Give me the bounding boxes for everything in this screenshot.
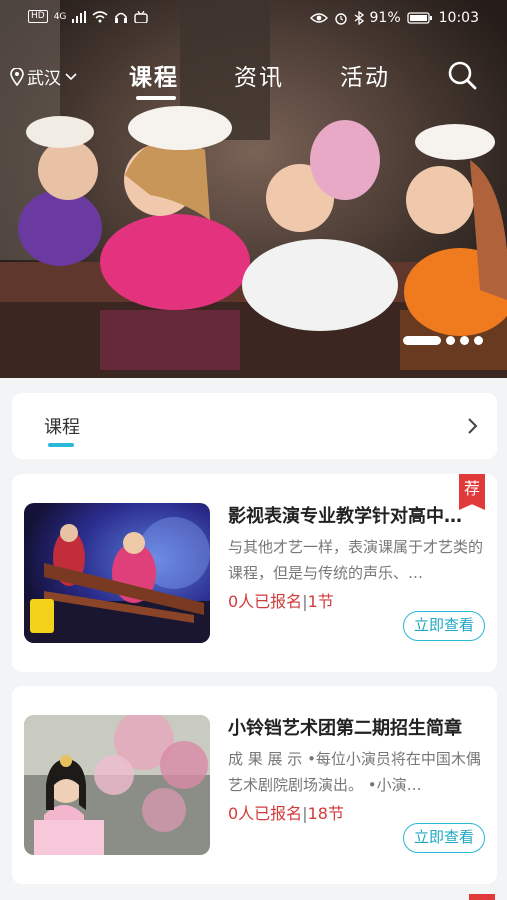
wifi-icon <box>92 10 108 22</box>
carousel-dot[interactable] <box>460 336 469 345</box>
next-card-badge-edge <box>469 894 495 900</box>
course-title[interactable]: 影视表演专业教学针对高中… <box>228 502 486 528</box>
girl-with-blossoms-image <box>24 715 210 855</box>
lesson-count: 18节 <box>307 804 344 823</box>
enrolled-count: 0人已报名 <box>228 804 303 823</box>
location-selector[interactable]: 武汉 <box>10 64 78 89</box>
course-meta: 0人已报名|1节 <box>228 588 334 612</box>
headphone-icon <box>115 12 128 23</box>
hd-badge: HD <box>28 10 48 23</box>
signal-icon <box>72 10 87 23</box>
network-label: 4G <box>53 11 67 22</box>
course-description: 成 果 展 示 •每位小演员将在中国木偶艺术剧院剧场演出。 •小演… <box>228 750 481 794</box>
carousel-indicator <box>403 336 483 345</box>
view-now-button[interactable]: 立即查看 <box>403 611 485 641</box>
eye-icon <box>309 13 328 23</box>
section-title-underline <box>48 443 74 447</box>
course-card[interactable]: 小铃铛艺术团第二期招生简章 成 果 展 示 •每位小演员将在中国木偶艺术剧院剧场… <box>12 686 497 884</box>
lesson-count: 1节 <box>307 592 334 611</box>
carousel-dot[interactable] <box>474 336 483 345</box>
view-now-button[interactable]: 立即查看 <box>403 823 485 853</box>
section-title: 课程 <box>44 417 80 438</box>
tab-activities[interactable]: 活动 <box>340 58 390 92</box>
alarm-icon <box>334 13 347 25</box>
clock: 10:03 <box>438 10 479 26</box>
course-card[interactable]: 影视表演专业教学针对高中… 与其他才艺一样，表演课属于才艺类的课程，但是与传统的… <box>12 474 497 672</box>
chevron-down-icon <box>65 72 77 80</box>
enrolled-count: 0人已报名 <box>228 592 303 611</box>
course-section-header[interactable]: 课程 <box>12 393 497 459</box>
location-pin-icon <box>10 67 24 86</box>
course-title[interactable]: 小铃铛艺术团第二期招生简章 <box>228 714 486 740</box>
app-notification-icon <box>134 10 149 23</box>
tab-news[interactable]: 资讯 <box>234 58 284 92</box>
guzheng-performance-image <box>24 503 210 643</box>
battery-icon <box>406 12 432 24</box>
tab-courses[interactable]: 课程 <box>129 58 179 92</box>
hero-banner[interactable]: HD 4G 91% 10:03 武汉 课程 资讯 活动 <box>0 0 507 378</box>
location-label: 武汉 <box>27 69 61 89</box>
active-tab-indicator <box>136 96 176 100</box>
search-icon[interactable] <box>447 60 477 90</box>
status-bar: HD 4G 91% 10:03 <box>0 0 507 38</box>
bluetooth-icon <box>354 11 364 25</box>
course-thumbnail[interactable] <box>24 503 210 643</box>
course-meta: 0人已报名|18节 <box>228 800 344 824</box>
carousel-dot-active[interactable] <box>403 336 441 345</box>
carousel-dot[interactable] <box>446 336 455 345</box>
course-thumbnail[interactable] <box>24 715 210 855</box>
chevron-right-icon[interactable] <box>467 417 479 435</box>
course-description: 与其他才艺一样，表演课属于才艺类的课程，但是与传统的声乐、… <box>228 538 484 582</box>
battery-percent: 91% <box>369 10 401 26</box>
top-nav: 武汉 课程 资讯 活动 <box>0 54 507 102</box>
